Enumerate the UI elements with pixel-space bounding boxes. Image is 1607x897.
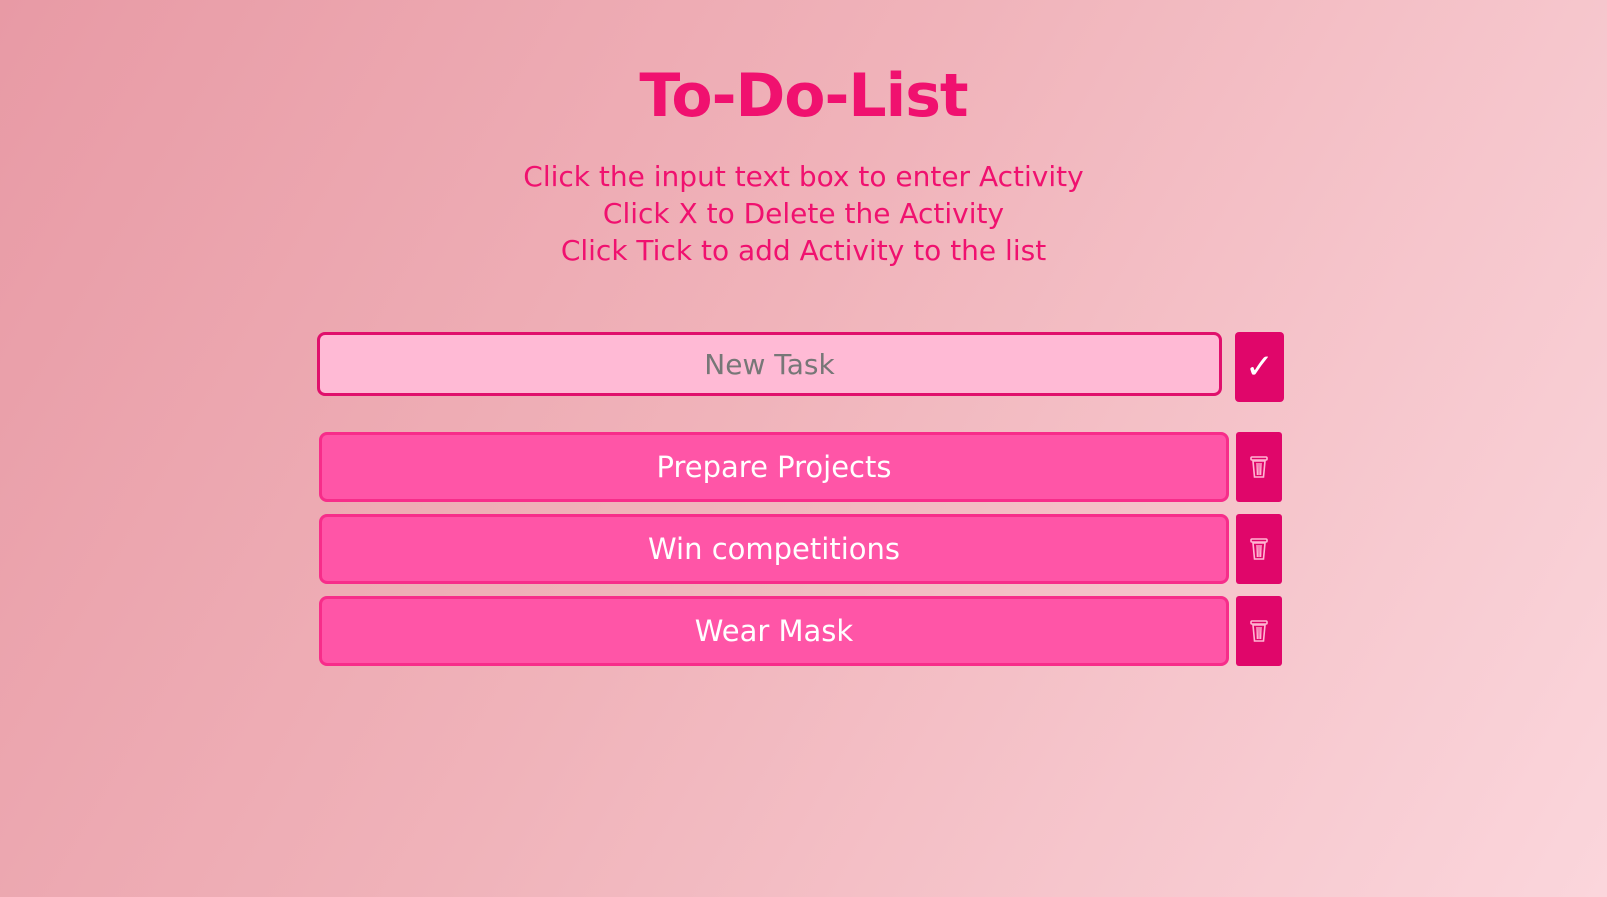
- instruction-line: Click the input text box to enter Activi…: [523, 160, 1084, 193]
- task-label[interactable]: Wear Mask: [319, 596, 1229, 666]
- list-item: Wear Mask: [319, 596, 1285, 666]
- trash-icon: [1250, 456, 1268, 478]
- delete-task-button[interactable]: [1236, 514, 1282, 584]
- check-icon: ✓: [1245, 347, 1274, 387]
- instruction-line: Click Tick to add Activity to the list: [560, 234, 1047, 267]
- delete-task-button[interactable]: [1236, 596, 1282, 666]
- page-title: To-Do-List: [639, 61, 968, 131]
- instructions: Click the input text box to enter Activi…: [0, 158, 1607, 269]
- trash-icon: [1250, 538, 1268, 560]
- list-item: Prepare Projects: [319, 432, 1285, 502]
- list-item: Win competitions: [319, 514, 1285, 584]
- add-task-button[interactable]: ✓: [1235, 332, 1284, 402]
- task-label[interactable]: Prepare Projects: [319, 432, 1229, 502]
- trash-icon: [1250, 620, 1268, 642]
- task-label[interactable]: Win competitions: [319, 514, 1229, 584]
- new-task-input[interactable]: [317, 332, 1222, 396]
- new-task-row: ✓: [317, 332, 1285, 402]
- delete-task-button[interactable]: [1236, 432, 1282, 502]
- instruction-line: Click X to Delete the Activity: [602, 197, 1005, 230]
- task-list: Prepare Projects Win competitions Wear M…: [319, 432, 1285, 678]
